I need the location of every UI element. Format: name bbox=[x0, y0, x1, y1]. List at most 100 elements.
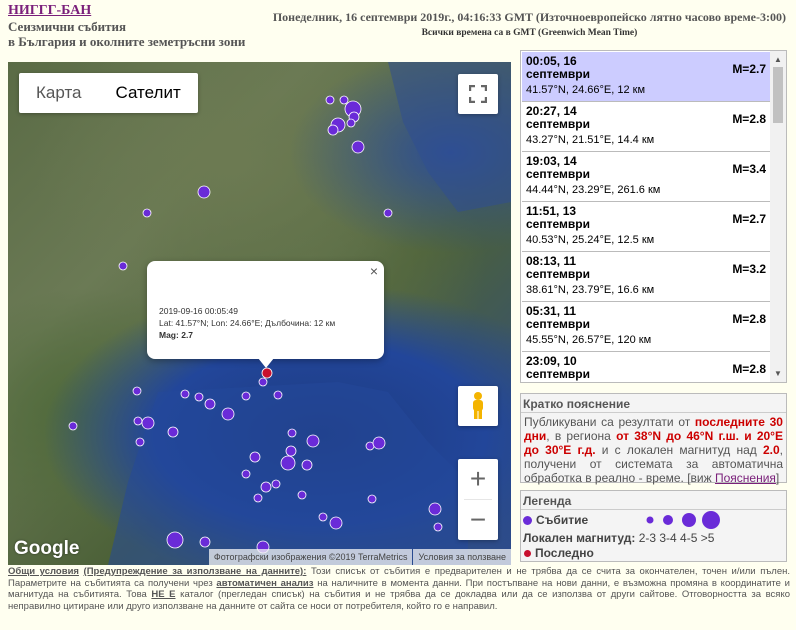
event-coordinates: 41.57°N, 24.66°E, 12 км bbox=[526, 84, 646, 96]
event-marker[interactable] bbox=[132, 386, 142, 396]
event-marker[interactable] bbox=[194, 392, 204, 402]
seismic-map[interactable]: Карта Сателит + − × 2019-09-16 00:05:49 … bbox=[8, 62, 511, 565]
mag-3-4-dot bbox=[663, 515, 673, 525]
legend-magnitude-ranges: 2-3 3-4 4-5 >5 bbox=[638, 531, 715, 545]
event-marker[interactable] bbox=[241, 469, 251, 479]
auto-analysis-text: автоматичен анализ bbox=[216, 577, 314, 589]
event-marker[interactable] bbox=[133, 416, 143, 426]
event-row[interactable]: 11:51, 13 септември M=2.7 40.53°N, 25.24°E… bbox=[522, 202, 770, 252]
event-marker[interactable] bbox=[142, 208, 152, 218]
event-row[interactable]: 19:03, 14 септември M=3.4 44.44°N, 23.29°E… bbox=[522, 152, 770, 202]
zoom-in-button[interactable]: + bbox=[458, 459, 498, 499]
event-row[interactable]: 23:09, 10 септември M=2.8 bbox=[522, 352, 770, 382]
google-logo: Google bbox=[14, 538, 80, 559]
event-marker[interactable] bbox=[287, 428, 297, 438]
event-marker[interactable] bbox=[327, 124, 339, 136]
event-time: 05:31, 11 септември bbox=[526, 304, 590, 331]
explanation-title: Кратко пояснение bbox=[521, 394, 786, 413]
info-window-body: 2019-09-16 00:05:49 Lat: 41.57°N; Lon: 2… bbox=[159, 305, 335, 341]
events-list[interactable]: 00:05, 16 септември M=2.7 41.57°N, 24.66°E… bbox=[520, 50, 787, 383]
map-view-button[interactable]: Карта bbox=[19, 73, 99, 113]
footer-disclaimer: Общи условия (Предупреждение за използва… bbox=[8, 566, 790, 612]
event-marker[interactable] bbox=[241, 391, 251, 401]
last-event-marker[interactable] bbox=[261, 367, 273, 379]
event-marker[interactable] bbox=[68, 421, 78, 431]
event-marker[interactable] bbox=[297, 490, 307, 500]
info-mag-label: Mag: bbox=[159, 330, 179, 340]
event-coordinates: 44.44°N, 23.29°E, 261.6 км bbox=[526, 184, 661, 196]
event-marker[interactable] bbox=[351, 140, 365, 154]
event-marker[interactable] bbox=[166, 531, 184, 549]
event-marker[interactable] bbox=[167, 426, 179, 438]
event-marker[interactable] bbox=[428, 502, 442, 516]
info-mag-value: 2.7 bbox=[181, 330, 194, 340]
info-mag: Mag: 2.7 bbox=[159, 329, 335, 341]
event-marker[interactable] bbox=[253, 493, 263, 503]
event-marker[interactable] bbox=[339, 95, 349, 105]
event-marker[interactable] bbox=[285, 445, 297, 457]
event-marker[interactable] bbox=[204, 398, 216, 410]
event-info-window: × 2019-09-16 00:05:49 Lat: 41.57°N; Lon:… bbox=[147, 261, 384, 359]
event-marker[interactable] bbox=[367, 494, 377, 504]
map-type-control: Карта Сателит bbox=[19, 73, 198, 113]
explanation-text: Публикувани са резултати от последните 3… bbox=[521, 413, 786, 487]
mag-2-3-dot bbox=[646, 516, 654, 524]
event-marker[interactable] bbox=[249, 451, 261, 463]
street-view-button[interactable] bbox=[458, 386, 498, 426]
event-marker[interactable] bbox=[433, 522, 443, 532]
event-row[interactable]: 08:13, 11 септември M=3.2 38.61°N, 23.79°E… bbox=[522, 252, 770, 302]
event-coordinates: 40.53°N, 25.24°E, 12.5 км bbox=[526, 234, 655, 246]
event-magnitude: M=2.7 bbox=[732, 212, 766, 226]
event-marker[interactable] bbox=[271, 479, 281, 489]
site-title-link[interactable]: НИГГГ-БАН bbox=[8, 3, 245, 19]
event-marker[interactable] bbox=[329, 516, 343, 530]
gmt-note: Всички времена са в GMT (Greenwich Mean … bbox=[421, 28, 638, 38]
event-marker[interactable] bbox=[346, 118, 356, 128]
event-marker[interactable] bbox=[280, 455, 296, 471]
event-coordinates: 43.27°N, 21.51°E, 14.4 км bbox=[526, 134, 655, 146]
scroll-up-icon[interactable]: ▲ bbox=[774, 55, 782, 64]
satellite-view-button[interactable]: Сателит bbox=[99, 73, 198, 113]
event-marker[interactable] bbox=[372, 436, 386, 450]
mag-4-5-dot bbox=[682, 513, 696, 527]
event-row[interactable]: 05:31, 11 септември M=2.8 45.55°N, 26.57°E… bbox=[522, 302, 770, 352]
event-row[interactable]: 20:27, 14 септември M=2.8 43.27°N, 21.51°E… bbox=[522, 102, 770, 152]
legend-event-label: Събитие bbox=[536, 513, 589, 527]
event-magnitude: M=3.4 bbox=[732, 162, 766, 176]
terms-link[interactable]: Общи условия bbox=[8, 566, 79, 577]
event-marker[interactable] bbox=[141, 416, 155, 430]
event-marker[interactable] bbox=[383, 208, 393, 218]
map-attribution: Фотографски изображения ©2019 TerraMetri… bbox=[208, 549, 511, 565]
event-magnitude: M=2.8 bbox=[732, 362, 766, 376]
info-window-tail bbox=[258, 358, 274, 368]
close-icon[interactable]: × bbox=[370, 263, 378, 279]
event-marker[interactable] bbox=[118, 261, 128, 271]
zoom-out-button[interactable]: − bbox=[458, 500, 498, 540]
explanations-link[interactable]: Пояснения bbox=[715, 471, 776, 485]
event-marker[interactable] bbox=[199, 536, 211, 548]
scroll-thumb[interactable] bbox=[773, 67, 783, 123]
exp-part3: и с локален магнитуд над bbox=[595, 443, 763, 457]
event-row[interactable]: 00:05, 16 септември M=2.7 41.57°N, 24.66°E… bbox=[522, 52, 770, 102]
fullscreen-button[interactable] bbox=[458, 74, 498, 114]
event-marker[interactable] bbox=[301, 459, 313, 471]
events-scrollbar[interactable]: ▲ ▼ bbox=[770, 51, 786, 382]
subtitle-line2: в България и околните земетръсни зони bbox=[8, 34, 246, 49]
event-dot-icon bbox=[523, 516, 532, 526]
terms-of-use-link[interactable]: Условия за ползване bbox=[413, 549, 511, 565]
event-marker[interactable] bbox=[221, 407, 235, 421]
event-time: 19:03, 14 септември bbox=[526, 154, 590, 181]
event-marker[interactable] bbox=[273, 390, 283, 400]
header-right: Понеделник, 16 септември 2019г., 04:16:3… bbox=[273, 10, 786, 38]
event-marker[interactable] bbox=[260, 481, 272, 493]
event-marker[interactable] bbox=[197, 185, 211, 199]
scroll-down-icon[interactable]: ▼ bbox=[774, 369, 782, 378]
legend-title: Легенда bbox=[521, 491, 786, 510]
event-marker[interactable] bbox=[318, 512, 328, 522]
event-marker[interactable] bbox=[325, 95, 335, 105]
event-marker[interactable] bbox=[180, 389, 190, 399]
event-magnitude: M=2.8 bbox=[732, 112, 766, 126]
event-marker[interactable] bbox=[135, 437, 145, 447]
event-marker[interactable] bbox=[258, 377, 268, 387]
event-marker[interactable] bbox=[306, 434, 320, 448]
